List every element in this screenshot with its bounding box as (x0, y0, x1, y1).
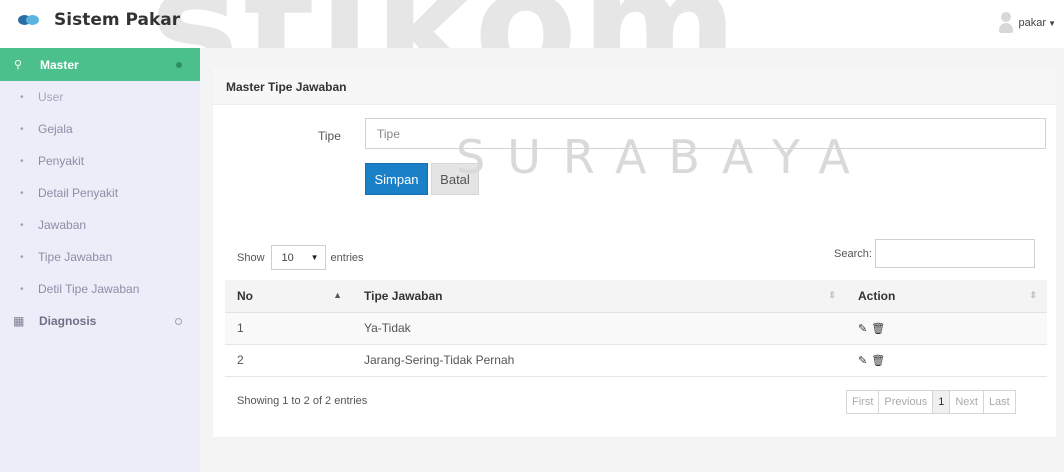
pager-first[interactable]: First (846, 390, 880, 414)
caret-down-icon: ▼ (1048, 18, 1056, 28)
sidebar-item-label: User (38, 90, 64, 104)
active-dot-icon (176, 62, 182, 68)
sidebar-item-master[interactable]: ⚲ Master (0, 48, 200, 81)
sidebar-item-label: Detil Tipe Jawaban (38, 282, 140, 296)
sort-asc-icon: ▲ (333, 290, 342, 300)
sidebar-item-user[interactable]: • User (0, 81, 200, 113)
pager-last[interactable]: Last (982, 390, 1016, 414)
cell-tipe: Jarang-Sering-Tidak Pernah (352, 344, 846, 377)
sliders-icon: ⚲ (14, 59, 23, 71)
sidebar-item-label: Jawaban (38, 218, 87, 232)
user-avatar-icon (998, 12, 1013, 34)
search-label: Search: (834, 247, 872, 260)
entries-label: entries (330, 251, 364, 264)
entries-select-value: 10 (281, 251, 294, 264)
sidebar-item-penyakit[interactable]: • Penyakit (0, 145, 200, 177)
top-bar: Sistem Pakar pakar ▼ (0, 0, 1064, 48)
column-header-action[interactable]: Action ⇕ (846, 280, 1047, 313)
trash-icon[interactable]: 🗑 (871, 354, 885, 367)
bullet-icon: • (20, 123, 24, 135)
sidebar-item-diagnosis[interactable]: ▦ Diagnosis (0, 305, 200, 337)
sidebar: ⚲ Master • User • Gejala • Penyakit • Detail… (0, 48, 200, 472)
table-row: 2 Jarang-Sering-Tidak Pernah ✎ 🗑 (225, 344, 1047, 377)
sidebar-item-detail-penyakit[interactable]: • Detail Penyakit (0, 177, 200, 209)
pagination: First Previous 1 Next Last (846, 390, 1016, 414)
pager-page-1[interactable]: 1 (932, 390, 951, 414)
dropdown-arrow-icon: ▼ (310, 253, 319, 262)
entries-length-control: Show 10 ▼ entries (237, 245, 364, 270)
bullet-icon: • (20, 283, 24, 295)
table-row: 1 Ya-Tidak ✎ 🗑 (225, 312, 1047, 345)
show-label: Show (237, 251, 265, 264)
app-title: Sistem Pakar (54, 10, 181, 30)
pager-next[interactable]: Next (949, 390, 984, 414)
sidebar-item-label: Gejala (38, 122, 73, 136)
sidebar-item-jawaban[interactable]: • Jawaban (0, 209, 200, 241)
column-header-no[interactable]: No ▲ (225, 280, 352, 313)
sidebar-item-label: Tipe Jawaban (38, 250, 113, 264)
tipe-jawaban-table: No ▲ Tipe Jawaban ⇕ Action ⇕ 1 Ya-Tidak ✎ 🗑 … (225, 280, 1047, 377)
batal-button[interactable]: Batal (431, 163, 479, 195)
table-search: Search: (834, 239, 1035, 268)
search-input[interactable] (874, 239, 1035, 268)
sidebar-master-label: Master (40, 57, 79, 72)
panel-title: Master Tipe Jawaban (213, 69, 1056, 105)
brand[interactable]: Sistem Pakar (18, 10, 180, 30)
edit-icon[interactable]: ✎ (858, 354, 867, 367)
cell-tipe: Ya-Tidak (352, 312, 846, 345)
sidebar-item-label: Detail Penyakit (38, 186, 119, 200)
brand-logo-icon (18, 13, 42, 27)
sidebar-item-label: Penyakit (38, 154, 85, 168)
bullet-icon: • (20, 91, 24, 103)
pager-previous[interactable]: Previous (878, 390, 934, 414)
sort-both-icon: ⇕ (1029, 290, 1037, 300)
table-header-row: No ▲ Tipe Jawaban ⇕ Action ⇕ (225, 280, 1047, 313)
column-header-tipe-jawaban[interactable]: Tipe Jawaban ⇕ (352, 280, 846, 313)
collapsed-circle-icon (175, 318, 182, 325)
sidebar-item-detil-tipe-jawaban[interactable]: • Detil Tipe Jawaban (0, 273, 200, 305)
cell-action: ✎ 🗑 (846, 344, 1047, 377)
user-menu[interactable]: pakar ▼ (998, 12, 1056, 34)
cell-action: ✎ 🗑 (846, 312, 1047, 345)
bullet-icon: • (20, 251, 24, 263)
user-name: pakar (1018, 17, 1047, 29)
entries-select[interactable]: 10 ▼ (270, 245, 326, 270)
sort-both-icon: ⇕ (828, 290, 836, 300)
grid-icon: ▦ (13, 314, 25, 328)
table-info: Showing 1 to 2 of 2 entries (237, 395, 368, 407)
bullet-icon: • (20, 155, 24, 167)
sidebar-item-gejala[interactable]: • Gejala (0, 113, 200, 145)
edit-icon[interactable]: ✎ (858, 322, 867, 335)
cell-no: 2 (225, 344, 352, 377)
cell-no: 1 (225, 312, 352, 345)
trash-icon[interactable]: 🗑 (871, 322, 885, 335)
bullet-icon: • (20, 187, 24, 199)
sidebar-item-tipe-jawaban[interactable]: • Tipe Jawaban (0, 241, 200, 273)
tipe-label: Tipe (318, 129, 341, 143)
simpan-button[interactable]: Simpan (365, 163, 428, 195)
bullet-icon: • (20, 219, 24, 231)
tipe-input[interactable] (365, 118, 1046, 149)
sidebar-diagnosis-label: Diagnosis (39, 314, 97, 328)
